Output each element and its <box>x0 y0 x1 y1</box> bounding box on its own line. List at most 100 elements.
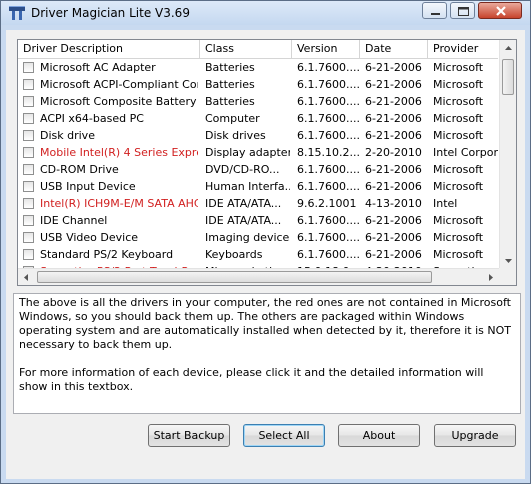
version-cell: 6.1.7600.... <box>297 180 359 193</box>
provider-cell: Microsoft <box>433 78 484 91</box>
driver-name-cell: IDE Channel <box>40 214 108 227</box>
date-cell: 6-21-2006 <box>365 163 422 176</box>
provider-cell: Microsoft <box>433 95 484 108</box>
driver-name-cell: Intel(R) ICH9M-E/M SATA AHC... <box>40 197 198 210</box>
version-cell: 9.6.2.1001 <box>297 197 357 210</box>
driver-name-cell: Disk drive <box>40 129 95 142</box>
horizontal-scrollbar[interactable] <box>18 268 499 285</box>
scroll-left-icon[interactable] <box>18 269 35 286</box>
window-title: Driver Magician Lite V3.69 <box>31 6 190 20</box>
provider-cell: Microsoft <box>433 248 484 261</box>
client-area: Driver Description Class Version Date Pr… <box>6 30 525 479</box>
row-checkbox[interactable] <box>23 113 34 124</box>
row-checkbox[interactable] <box>23 130 34 141</box>
driver-name-cell: ACPI x64-based PC <box>40 112 144 125</box>
class-cell: DVD/CD-RO... <box>205 163 280 176</box>
class-cell: Batteries <box>205 78 255 91</box>
date-cell: 6-21-2006 <box>365 248 422 261</box>
app-icon <box>9 6 25 20</box>
table-row[interactable]: CD-ROM Drive DVD/CD-RO... 6.1.7600.... 6-21… <box>18 161 498 178</box>
table-row[interactable]: USB Video Device Imaging devices 6.1.7600.… <box>18 229 498 246</box>
column-header-version[interactable]: Version <box>292 40 360 58</box>
list-rows: Microsoft AC Adapter Batteries 6.1.7600...… <box>18 59 498 269</box>
provider-cell: Intel <box>433 197 458 210</box>
row-checkbox[interactable] <box>23 232 34 243</box>
vertical-scrollbar[interactable] <box>499 40 516 269</box>
provider-cell: Microsoft <box>433 61 484 74</box>
table-row[interactable]: ACPI x64-based PC Computer 6.1.7600.... 6-2… <box>18 110 498 127</box>
table-row[interactable]: Mobile Intel(R) 4 Series Express... Displ… <box>18 144 498 161</box>
provider-cell: Intel Corporat <box>433 146 498 159</box>
info-paragraph-2: For more information of each device, ple… <box>19 366 484 393</box>
close-button[interactable] <box>478 2 522 19</box>
driver-name-cell: CD-ROM Drive <box>40 163 119 176</box>
minimize-button[interactable] <box>422 2 447 19</box>
class-cell: Human Interfa... <box>205 180 290 193</box>
horizontal-scroll-thumb[interactable] <box>37 271 432 283</box>
table-row[interactable]: Microsoft ACPI-Compliant Contr... Batteri… <box>18 76 498 93</box>
table-row[interactable]: Microsoft AC Adapter Batteries 6.1.7600...… <box>18 59 498 76</box>
driver-name-cell: USB Video Device <box>40 231 139 244</box>
maximize-button[interactable] <box>450 2 475 19</box>
provider-cell: Microsoft <box>433 214 484 227</box>
driver-name-cell: Standard PS/2 Keyboard <box>40 248 174 261</box>
version-cell: 6.1.7600.... <box>297 163 359 176</box>
start-backup-button[interactable]: Start Backup <box>148 424 230 447</box>
class-cell: Batteries <box>205 61 255 74</box>
about-button[interactable]: About <box>338 424 420 447</box>
table-row[interactable]: Standard PS/2 Keyboard Keyboards 6.1.7600.… <box>18 246 498 263</box>
vertical-scroll-thumb[interactable] <box>502 59 514 95</box>
row-checkbox[interactable] <box>23 164 34 175</box>
row-checkbox[interactable] <box>23 79 34 90</box>
close-icon <box>496 6 506 16</box>
version-cell: 6.1.7600.... <box>297 61 359 74</box>
row-checkbox[interactable] <box>23 249 34 260</box>
table-row[interactable]: IDE Channel IDE ATA/ATA... 6.1.7600.... 6-2… <box>18 212 498 229</box>
table-row[interactable]: Disk drive Disk drives 6.1.7600.... 6-21-20… <box>18 127 498 144</box>
column-header-date[interactable]: Date <box>360 40 428 58</box>
maximize-icon <box>458 7 469 16</box>
date-cell: 6-21-2006 <box>365 214 422 227</box>
table-row[interactable]: Intel(R) ICH9M-E/M SATA AHC... IDE ATA/AT… <box>18 195 498 212</box>
date-cell: 6-21-2006 <box>365 231 422 244</box>
version-cell: 6.1.7600.... <box>297 78 359 91</box>
row-checkbox[interactable] <box>23 181 34 192</box>
table-row[interactable]: Microsoft Composite Battery Batteries 6.1.… <box>18 93 498 110</box>
table-row[interactable]: USB Input Device Human Interfa... 6.1.7600… <box>18 178 498 195</box>
date-cell: 2-20-2010 <box>365 146 422 159</box>
version-cell: 6.1.7600.... <box>297 231 359 244</box>
driver-name-cell: Microsoft AC Adapter <box>40 61 156 74</box>
date-cell: 6-21-2006 <box>365 61 422 74</box>
class-cell: IDE ATA/ATA... <box>205 197 282 210</box>
date-cell: 6-21-2006 <box>365 180 422 193</box>
class-cell: Computer <box>205 112 260 125</box>
select-all-button[interactable]: Select All <box>243 424 325 447</box>
upgrade-button[interactable]: Upgrade <box>434 424 516 447</box>
scroll-up-icon[interactable] <box>500 40 517 57</box>
title-bar[interactable]: Driver Magician Lite V3.69 <box>1 1 530 25</box>
column-header-description[interactable]: Driver Description <box>18 40 200 58</box>
date-cell: 6-21-2006 <box>365 129 422 142</box>
driver-name-cell: Microsoft ACPI-Compliant Contr... <box>40 78 198 91</box>
driver-name-cell: Mobile Intel(R) 4 Series Express... <box>40 146 198 159</box>
class-cell: Disk drives <box>205 129 266 142</box>
class-cell: Keyboards <box>205 248 263 261</box>
version-cell: 6.1.7600.... <box>297 129 359 142</box>
date-cell: 6-21-2006 <box>365 78 422 91</box>
row-checkbox[interactable] <box>23 198 34 209</box>
row-checkbox[interactable] <box>23 62 34 73</box>
provider-cell: Microsoft <box>433 180 484 193</box>
scroll-down-icon[interactable] <box>500 252 517 269</box>
row-checkbox[interactable] <box>23 147 34 158</box>
row-checkbox[interactable] <box>23 96 34 107</box>
driver-list[interactable]: Driver Description Class Version Date Pr… <box>17 39 517 286</box>
column-header-class[interactable]: Class <box>200 40 292 58</box>
row-checkbox[interactable] <box>23 215 34 226</box>
scroll-right-icon[interactable] <box>482 269 499 286</box>
driver-name-cell: Microsoft Composite Battery <box>40 95 197 108</box>
date-cell: 6-21-2006 <box>365 95 422 108</box>
app-window: Driver Magician Lite V3.69 Driver Descri… <box>0 0 531 484</box>
column-header-provider[interactable]: Provider <box>428 40 498 58</box>
scroll-corner <box>499 268 516 285</box>
info-textbox[interactable]: The above is all the drivers in your com… <box>13 293 521 414</box>
